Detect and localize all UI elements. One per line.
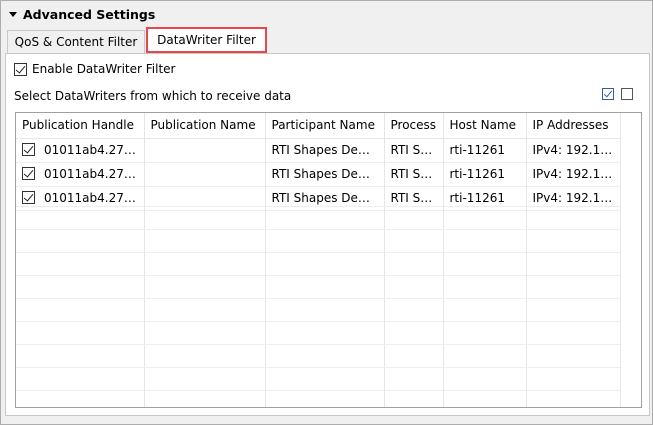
ip-addresses: IPv4: 192.1… bbox=[526, 162, 621, 187]
section-title: Advanced Settings bbox=[23, 6, 156, 22]
column-header-ip-addresses[interactable]: IP Addresses bbox=[526, 113, 621, 139]
enable-datawriter-filter[interactable]: Enable DataWriter Filter bbox=[14, 62, 176, 76]
row-checkbox[interactable] bbox=[22, 142, 35, 156]
select-instructions: Select DataWriters from which to receive… bbox=[14, 87, 641, 105]
table-header-row: Publication Handle Publication Name Part… bbox=[16, 113, 621, 139]
column-header-process[interactable]: Process bbox=[384, 113, 444, 139]
column-header-publication-name[interactable]: Publication Name bbox=[144, 113, 266, 139]
column-header-participant-name[interactable]: Participant Name bbox=[265, 113, 385, 139]
tab-label: DataWriter Filter bbox=[157, 33, 256, 47]
publication-handle: 01011ab4.27… bbox=[44, 143, 136, 157]
datawriter-filter-panel: Enable DataWriter Filter Select DataWrit… bbox=[5, 53, 650, 416]
publication-name bbox=[144, 138, 266, 163]
column-header-publication-handle[interactable]: Publication Handle bbox=[16, 113, 145, 139]
uncheck-all-icon[interactable] bbox=[621, 85, 636, 100]
check-all-icon[interactable] bbox=[602, 88, 614, 100]
tab-qos-content-filter[interactable]: QoS & Content Filter bbox=[7, 30, 145, 53]
tab-label: QoS & Content Filter bbox=[14, 35, 138, 49]
selection-actions bbox=[602, 85, 636, 100]
publication-handle: 01011ab4.27… bbox=[44, 167, 136, 181]
table-row[interactable]: 01011ab4.27… RTI Shapes De… RTI Sh… rti-… bbox=[16, 162, 621, 187]
publication-name bbox=[144, 162, 266, 187]
table-row[interactable]: 01011ab4.27… RTI Shapes De… RTI Sh… rti-… bbox=[16, 138, 621, 163]
enable-filter-label: Enable DataWriter Filter bbox=[32, 62, 176, 76]
participant-name: RTI Shapes De… bbox=[265, 162, 385, 187]
datawriters-grid: Publication Handle Publication Name Part… bbox=[16, 113, 621, 211]
process: RTI Sh… bbox=[384, 162, 444, 187]
row-checkbox[interactable] bbox=[22, 166, 35, 180]
publication-handle: 01011ab4.27… bbox=[44, 191, 136, 205]
enable-filter-checkbox[interactable] bbox=[14, 62, 27, 76]
collapse-triangle-icon[interactable] bbox=[9, 11, 17, 17]
host-name: rti-11261 bbox=[443, 138, 527, 163]
row-checkbox[interactable] bbox=[22, 190, 35, 204]
tab-datawriter-filter[interactable]: DataWriter Filter bbox=[146, 27, 267, 53]
host-name: rti-11261 bbox=[443, 162, 527, 187]
tab-strip: QoS & Content Filter DataWriter Filter bbox=[5, 27, 648, 53]
advanced-settings-frame: Advanced Settings QoS & Content Filter D… bbox=[0, 0, 653, 425]
column-header-host-name[interactable]: Host Name bbox=[443, 113, 527, 139]
participant-name: RTI Shapes De… bbox=[265, 138, 385, 163]
section-header[interactable]: Advanced Settings bbox=[5, 4, 155, 24]
datawriters-table: Publication Handle Publication Name Part… bbox=[15, 112, 642, 408]
select-label: Select DataWriters from which to receive… bbox=[14, 89, 292, 103]
ip-addresses: IPv4: 192.1… bbox=[526, 138, 621, 163]
process: RTI Sh… bbox=[384, 138, 444, 163]
